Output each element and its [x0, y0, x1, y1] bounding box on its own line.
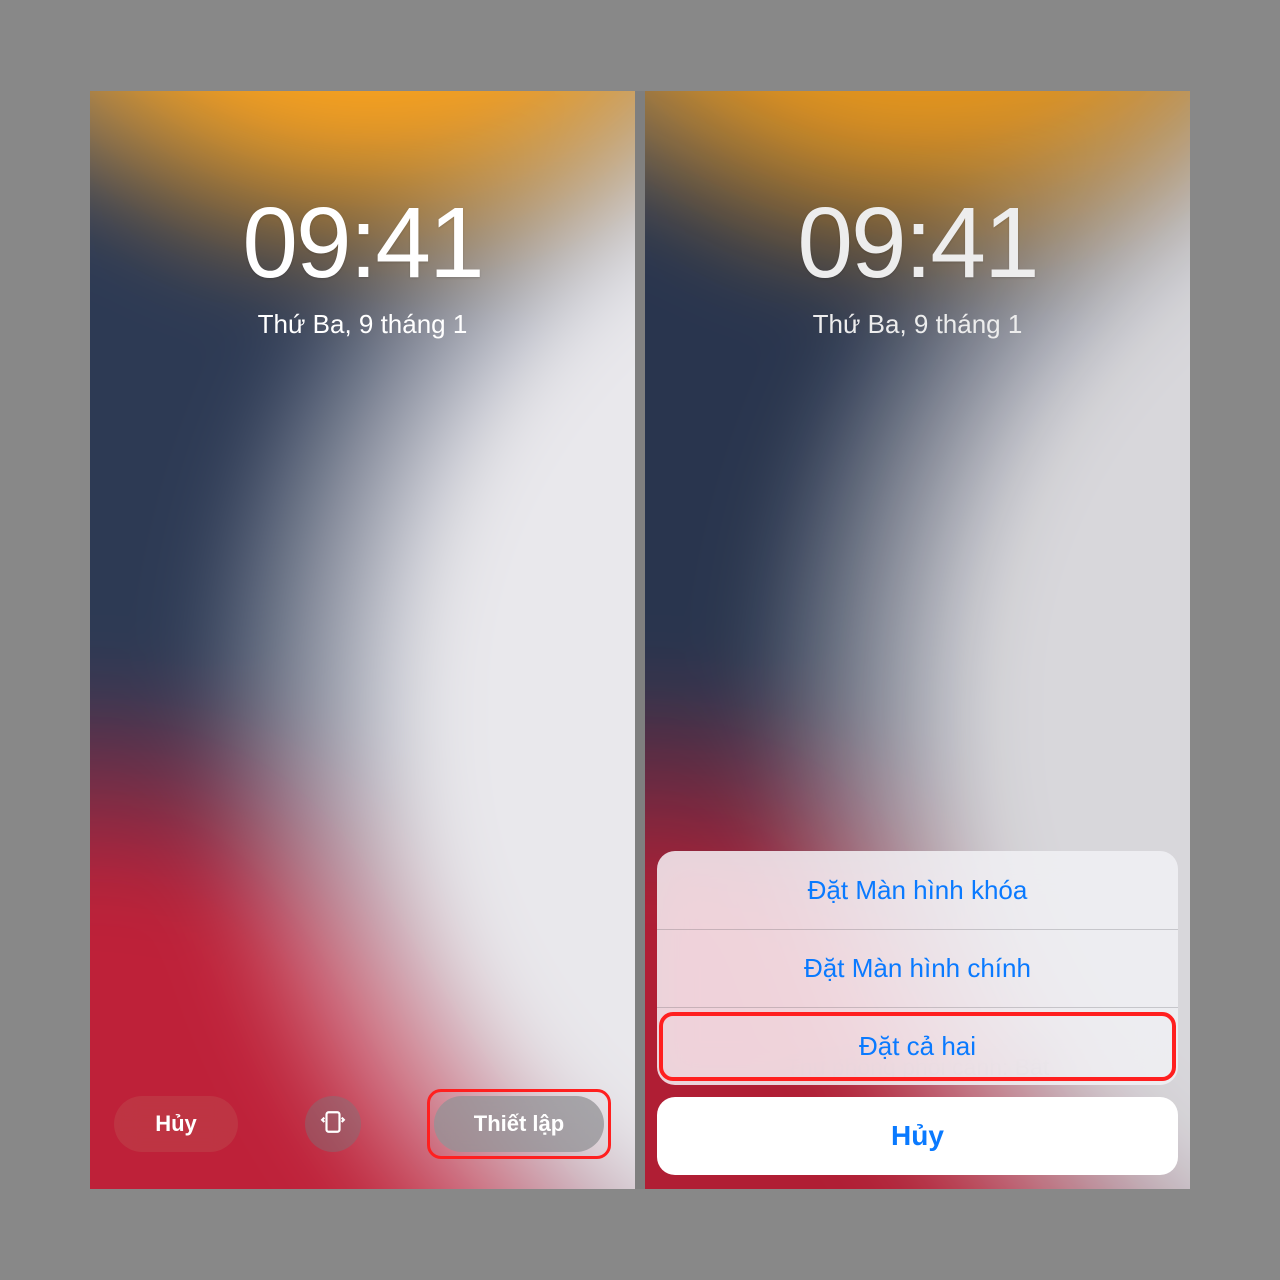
- cancel-label: Hủy: [891, 1120, 944, 1152]
- perspective-zoom-button[interactable]: [305, 1096, 361, 1152]
- cancel-label: Hủy: [155, 1111, 197, 1137]
- action-sheet: Đặt Màn hình khóa Đặt Màn hình chính Đặt…: [657, 851, 1178, 1175]
- highlight-box: Thiết lập: [427, 1089, 611, 1159]
- set-button[interactable]: Thiết lập: [434, 1096, 604, 1152]
- set-label: Thiết lập: [474, 1111, 564, 1137]
- phone-right: 09:41 Thứ Ba, 9 tháng 1 Thu phóng phối c…: [645, 91, 1190, 1189]
- option-label: Đặt Màn hình khóa: [808, 875, 1028, 906]
- screenshot-pair: 09:41 Thứ Ba, 9 tháng 1 Hủy Thiết lập 09…: [90, 91, 1190, 1189]
- set-both-option[interactable]: Đặt cả hai: [657, 1007, 1178, 1085]
- set-lock-screen-option[interactable]: Đặt Màn hình khóa: [657, 851, 1178, 929]
- action-sheet-cancel[interactable]: Hủy: [657, 1097, 1178, 1175]
- clock-date: Thứ Ba, 9 tháng 1: [90, 309, 635, 340]
- option-label: Đặt Màn hình chính: [804, 953, 1031, 984]
- action-sheet-options: Đặt Màn hình khóa Đặt Màn hình chính Đặt…: [657, 851, 1178, 1085]
- clock-time: 09:41: [90, 186, 635, 301]
- set-home-screen-option[interactable]: Đặt Màn hình chính: [657, 929, 1178, 1007]
- phone-left: 09:41 Thứ Ba, 9 tháng 1 Hủy Thiết lập: [90, 91, 635, 1189]
- option-label: Đặt cả hai: [859, 1031, 976, 1062]
- bottom-toolbar: Hủy Thiết lập: [90, 1089, 635, 1159]
- cancel-button[interactable]: Hủy: [114, 1096, 238, 1152]
- perspective-icon: [320, 1109, 346, 1140]
